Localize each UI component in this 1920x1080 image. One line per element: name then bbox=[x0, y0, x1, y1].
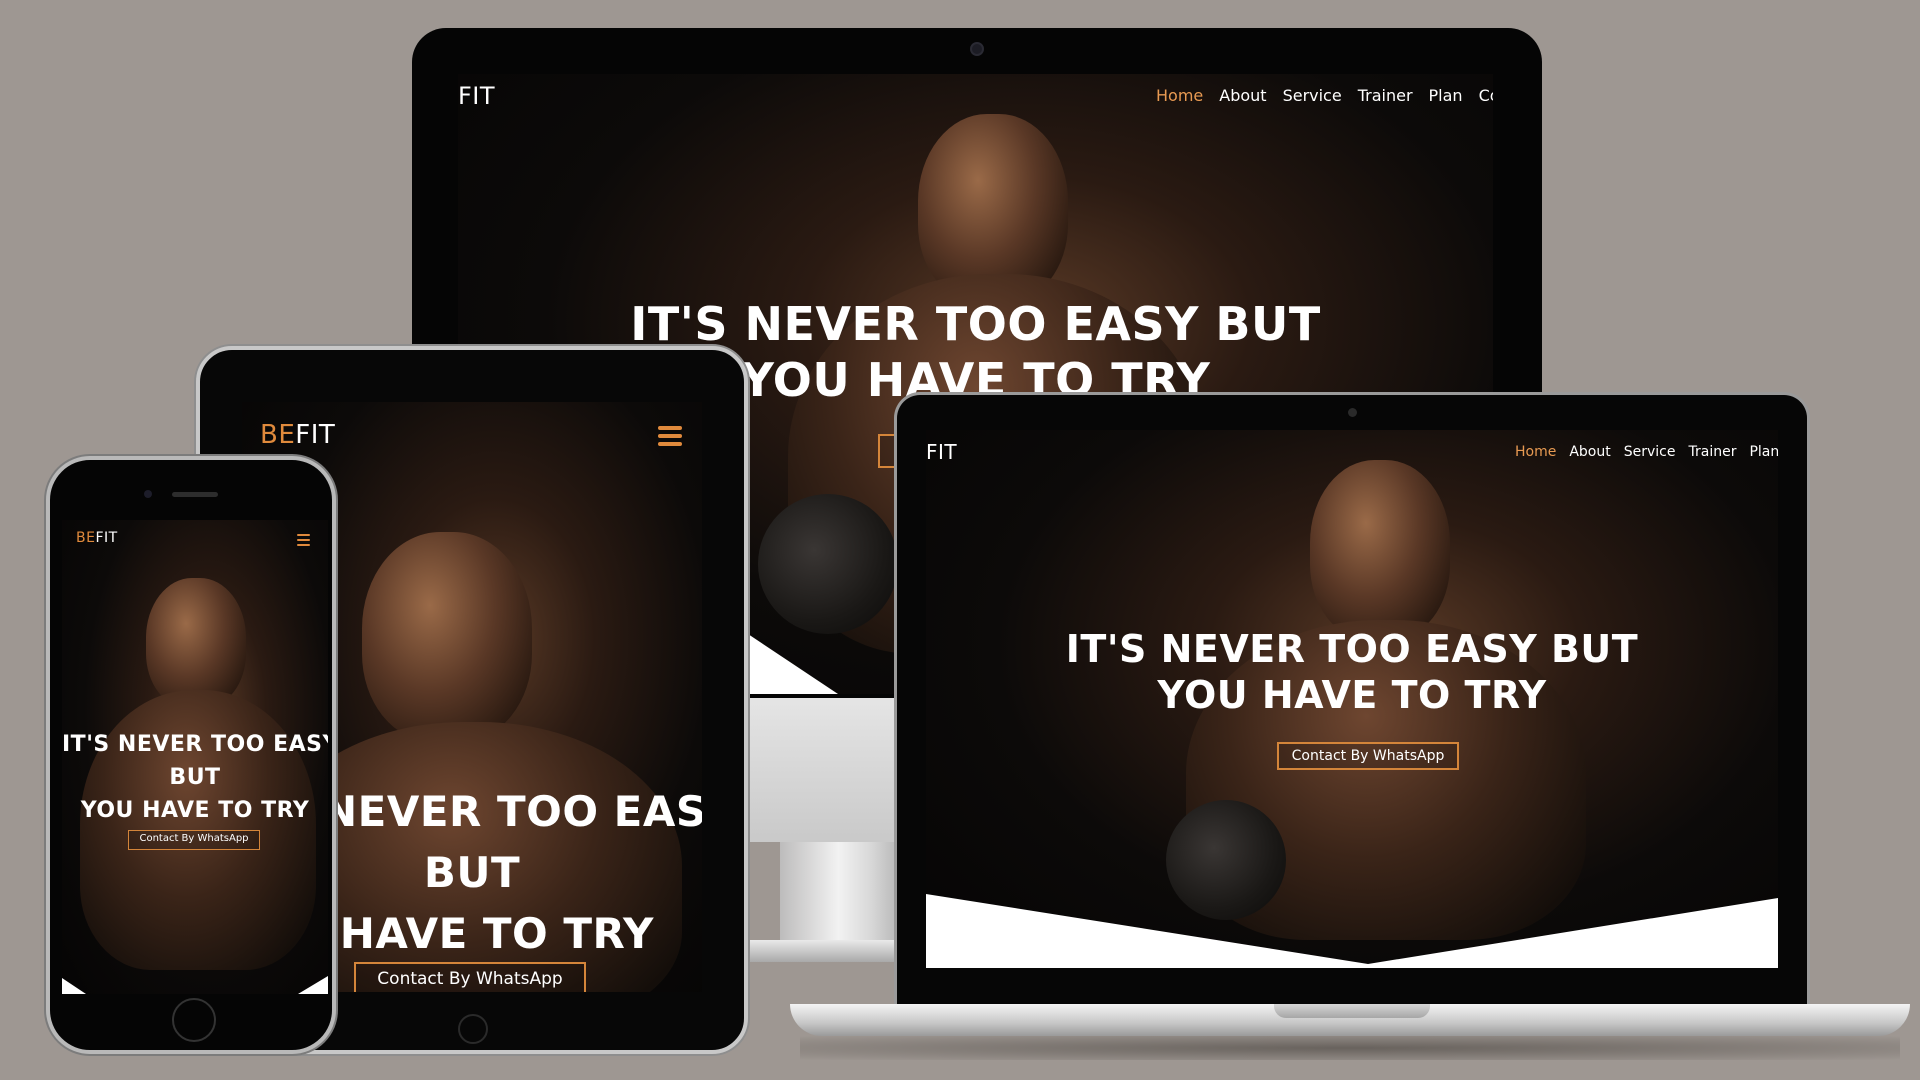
brand-logo[interactable]: FIT bbox=[926, 440, 957, 464]
nav-about[interactable]: About bbox=[1219, 86, 1266, 105]
hero-bottom-slant bbox=[62, 976, 328, 994]
nav-service[interactable]: Service bbox=[1624, 444, 1676, 460]
hero-title-line1: IT'S NEVER TOO EASY BUT bbox=[630, 297, 1321, 351]
nav-trainer[interactable]: Trainer bbox=[1689, 444, 1737, 460]
whatsapp-button[interactable]: Contact By WhatsApp bbox=[354, 962, 586, 992]
home-button-icon[interactable] bbox=[458, 1014, 488, 1044]
phone-speaker bbox=[172, 492, 218, 497]
hamburger-menu-icon[interactable] bbox=[297, 534, 310, 546]
phone-screen: BEFIT IT'S NEVER TOO EASY BUT YOU HAVE T… bbox=[62, 520, 328, 994]
hero-title-line2: BUT bbox=[169, 765, 221, 790]
hero-title-line2: YOU HAVE TO TRY bbox=[1157, 673, 1547, 718]
nav-plan[interactable]: Plan bbox=[1749, 444, 1778, 460]
brand-logo-fit: FIT bbox=[926, 440, 958, 464]
main-nav: Home About Service Trainer Plan Cor bbox=[1156, 86, 1493, 105]
brand-logo-be: BE bbox=[260, 420, 296, 450]
brand-logo-be: BE bbox=[76, 530, 96, 546]
whatsapp-button[interactable]: Contact By WhatsApp bbox=[1277, 742, 1459, 770]
laptop-notch bbox=[1274, 1004, 1430, 1018]
brand-logo[interactable]: BEFIT bbox=[260, 420, 335, 450]
nav-trainer[interactable]: Trainer bbox=[1358, 86, 1413, 105]
hero-title-line1: IT'S NEVER TOO EASY bbox=[62, 732, 328, 757]
phone-camera bbox=[144, 490, 152, 498]
hero-bottom-slant bbox=[926, 894, 1778, 968]
nav-about[interactable]: About bbox=[1569, 444, 1610, 460]
nav-home[interactable]: Home bbox=[1515, 444, 1556, 460]
monitor-stand bbox=[780, 740, 910, 960]
hero-title: IT'S NEVER TOO EASY BUT YOU HAVE TO TRY bbox=[926, 626, 1778, 719]
camera-icon bbox=[970, 42, 984, 56]
laptop-base bbox=[790, 1004, 1910, 1036]
brand-logo-fit: FIT bbox=[295, 420, 336, 450]
nav-home[interactable]: Home bbox=[1156, 86, 1203, 105]
laptop-screen: FIT Home About Service Trainer Plan IT'S… bbox=[926, 430, 1778, 968]
laptop-shadow bbox=[800, 1036, 1900, 1060]
nav-contact[interactable]: Cor bbox=[1479, 86, 1493, 105]
brand-logo-fit: FIT bbox=[95, 530, 118, 546]
home-button-icon[interactable] bbox=[172, 998, 216, 1042]
nav-service[interactable]: Service bbox=[1283, 86, 1342, 105]
nav-plan[interactable]: Plan bbox=[1429, 86, 1463, 105]
hero-title-line3: YOU HAVE TO TRY bbox=[80, 798, 310, 823]
brand-logo[interactable]: BEFIT bbox=[76, 530, 118, 546]
brand-logo[interactable]: FIT bbox=[458, 82, 495, 110]
brand-logo-fit: FIT bbox=[458, 82, 496, 110]
hero-title: IT'S NEVER TOO EASY BUT YOU HAVE TO TRY bbox=[62, 728, 328, 827]
main-nav: Home About Service Trainer Plan bbox=[1515, 444, 1778, 460]
hero-title-line1: IT'S NEVER TOO EASY BUT bbox=[1065, 627, 1639, 671]
hamburger-menu-icon[interactable] bbox=[658, 426, 682, 446]
whatsapp-button[interactable]: Contact By WhatsApp bbox=[128, 830, 260, 850]
